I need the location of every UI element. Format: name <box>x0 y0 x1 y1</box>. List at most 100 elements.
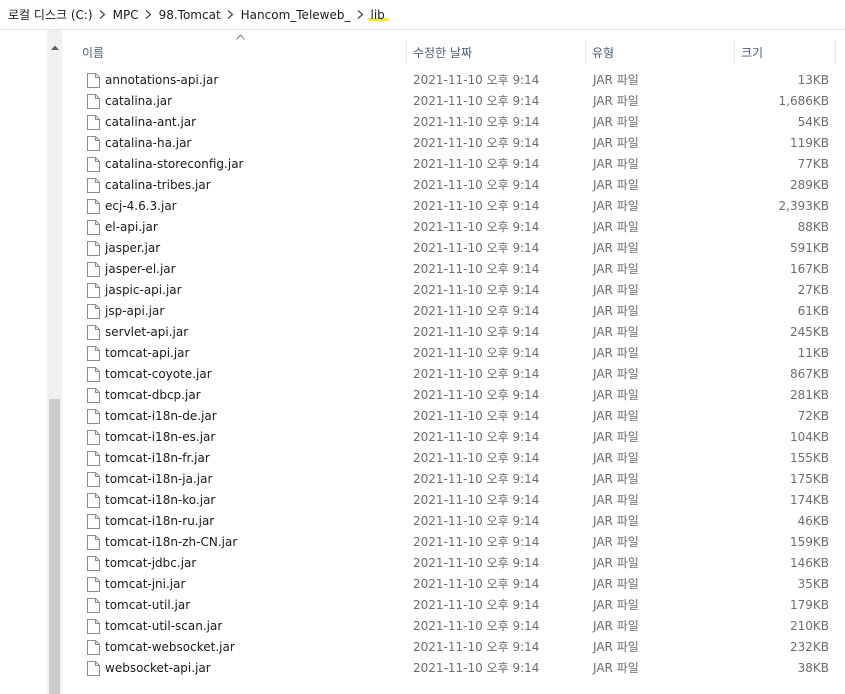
file-type: JAR 파일 <box>593 451 639 465</box>
file-name: ecj-4.6.3.jar <box>105 199 177 213</box>
file-icon <box>87 112 100 133</box>
file-icon <box>87 385 100 406</box>
column-divider[interactable] <box>835 40 836 64</box>
chevron-right-icon[interactable] <box>97 0 109 30</box>
file-row[interactable]: el-api.jar 2021-11-10 오후 9:14 JAR 파일 88K… <box>62 217 845 238</box>
file-row[interactable]: catalina-ha.jar 2021-11-10 오후 9:14 JAR 파… <box>62 133 845 154</box>
file-type: JAR 파일 <box>593 472 639 486</box>
file-modified-date: 2021-11-10 오후 9:14 <box>413 514 540 528</box>
file-size: 281KB <box>789 388 829 402</box>
file-row[interactable]: catalina-tribes.jar 2021-11-10 오후 9:14 J… <box>62 175 845 196</box>
file-row[interactable]: jasper.jar 2021-11-10 오후 9:14 JAR 파일 591… <box>62 238 845 259</box>
file-row[interactable]: tomcat-i18n-ja.jar 2021-11-10 오후 9:14 JA… <box>62 469 845 490</box>
file-type: JAR 파일 <box>593 325 639 339</box>
column-header-size[interactable]: 크기 <box>735 40 835 64</box>
file-name: jaspic-api.jar <box>105 283 182 297</box>
file-row[interactable]: tomcat-i18n-es.jar 2021-11-10 오후 9:14 JA… <box>62 427 845 448</box>
file-type: JAR 파일 <box>593 115 639 129</box>
file-row[interactable]: catalina.jar 2021-11-10 오후 9:14 JAR 파일 1… <box>62 91 845 112</box>
file-row[interactable]: jsp-api.jar 2021-11-10 오후 9:14 JAR 파일 61… <box>62 301 845 322</box>
file-row[interactable]: servlet-api.jar 2021-11-10 오후 9:14 JAR 파… <box>62 322 845 343</box>
file-row[interactable]: tomcat-i18n-de.jar 2021-11-10 오후 9:14 JA… <box>62 406 845 427</box>
file-size: 232KB <box>789 640 829 654</box>
chevron-right-icon[interactable] <box>354 0 366 30</box>
file-modified-date: 2021-11-10 오후 9:14 <box>413 178 540 192</box>
file-row[interactable]: jaspic-api.jar 2021-11-10 오후 9:14 JAR 파일… <box>62 280 845 301</box>
file-row[interactable]: annotations-api.jar 2021-11-10 오후 9:14 J… <box>62 70 845 91</box>
file-modified-date: 2021-11-10 오후 9:14 <box>413 598 540 612</box>
file-size: 61KB <box>797 304 829 318</box>
file-row[interactable]: tomcat-coyote.jar 2021-11-10 오후 9:14 JAR… <box>62 364 845 385</box>
file-explorer-window: 로컬 디스크 (C:) MPC 98.Tomcat Hancom_Teleweb… <box>0 0 845 694</box>
file-size: 167KB <box>789 262 829 276</box>
column-header-date[interactable]: 수정한 날짜 <box>407 40 585 64</box>
file-size: 54KB <box>797 115 829 129</box>
file-row[interactable]: tomcat-jdbc.jar 2021-11-10 오후 9:14 JAR 파… <box>62 553 845 574</box>
file-size: 27KB <box>797 283 829 297</box>
file-list: annotations-api.jar 2021-11-10 오후 9:14 J… <box>62 70 845 679</box>
file-type: JAR 파일 <box>593 241 639 255</box>
file-row[interactable]: tomcat-i18n-zh-CN.jar 2021-11-10 오후 9:14… <box>62 532 845 553</box>
file-icon <box>87 637 100 658</box>
file-icon <box>87 574 100 595</box>
file-modified-date: 2021-11-10 오후 9:14 <box>413 94 540 108</box>
breadcrumb-item-tomcat[interactable]: 98.Tomcat <box>155 8 225 22</box>
file-icon <box>87 553 100 574</box>
file-icon <box>87 91 100 112</box>
file-row[interactable]: tomcat-i18n-ko.jar 2021-11-10 오후 9:14 JA… <box>62 490 845 511</box>
breadcrumb-item-local-disk[interactable]: 로컬 디스크 (C:) <box>4 6 97 23</box>
file-row[interactable]: ecj-4.6.3.jar 2021-11-10 오후 9:14 JAR 파일 … <box>62 196 845 217</box>
column-header-name[interactable]: 이름 <box>76 40 406 64</box>
file-name: tomcat-jni.jar <box>105 577 186 591</box>
file-modified-date: 2021-11-10 오후 9:14 <box>413 640 540 654</box>
file-type: JAR 파일 <box>593 178 639 192</box>
file-name: tomcat-coyote.jar <box>105 367 212 381</box>
file-icon <box>87 343 100 364</box>
file-size: 289KB <box>789 178 829 192</box>
file-name: catalina-tribes.jar <box>105 178 211 192</box>
scrollbar-thumb[interactable] <box>49 399 60 694</box>
file-row[interactable]: tomcat-util.jar 2021-11-10 오후 9:14 JAR 파… <box>62 595 845 616</box>
file-name: catalina-ha.jar <box>105 136 192 150</box>
file-row[interactable]: catalina-storeconfig.jar 2021-11-10 오후 9… <box>62 154 845 175</box>
file-row[interactable]: tomcat-websocket.jar 2021-11-10 오후 9:14 … <box>62 637 845 658</box>
file-name: tomcat-util-scan.jar <box>105 619 223 633</box>
file-icon <box>87 322 100 343</box>
file-row[interactable]: tomcat-i18n-fr.jar 2021-11-10 오후 9:14 JA… <box>62 448 845 469</box>
file-type: JAR 파일 <box>593 157 639 171</box>
file-row[interactable]: jasper-el.jar 2021-11-10 오후 9:14 JAR 파일 … <box>62 259 845 280</box>
file-name: jasper-el.jar <box>105 262 176 276</box>
file-row[interactable]: tomcat-dbcp.jar 2021-11-10 오후 9:14 JAR 파… <box>62 385 845 406</box>
file-icon <box>87 448 100 469</box>
file-modified-date: 2021-11-10 오후 9:14 <box>413 346 540 360</box>
file-row[interactable]: tomcat-util-scan.jar 2021-11-10 오후 9:14 … <box>62 616 845 637</box>
file-size: 38KB <box>797 661 829 675</box>
breadcrumb-item-mpc[interactable]: MPC <box>109 8 143 22</box>
chevron-right-icon[interactable] <box>143 0 155 30</box>
breadcrumb[interactable]: 로컬 디스크 (C:) MPC 98.Tomcat Hancom_Teleweb… <box>0 0 845 30</box>
file-row[interactable]: tomcat-i18n-ru.jar 2021-11-10 오후 9:14 JA… <box>62 511 845 532</box>
file-size: 146KB <box>789 556 829 570</box>
file-icon <box>87 595 100 616</box>
file-row[interactable]: tomcat-api.jar 2021-11-10 오후 9:14 JAR 파일… <box>62 343 845 364</box>
file-row[interactable]: tomcat-jni.jar 2021-11-10 오후 9:14 JAR 파일… <box>62 574 845 595</box>
navigation-pane-scrollbar[interactable] <box>47 30 62 694</box>
file-size: 174KB <box>789 493 829 507</box>
chevron-right-icon[interactable] <box>225 0 237 30</box>
file-name: tomcat-i18n-ja.jar <box>105 472 213 486</box>
breadcrumb-item-lib[interactable]: lib <box>366 8 389 22</box>
file-name: catalina-ant.jar <box>105 115 197 129</box>
column-header-row: 이름 수정한 날짜 유형 크기 <box>62 30 845 64</box>
file-type: JAR 파일 <box>593 94 639 108</box>
file-name: tomcat-websocket.jar <box>105 640 235 654</box>
scroll-up-arrow-icon[interactable] <box>47 40 62 55</box>
file-row[interactable]: catalina-ant.jar 2021-11-10 오후 9:14 JAR … <box>62 112 845 133</box>
breadcrumb-item-hancom-teleweb[interactable]: Hancom_Teleweb_ <box>237 8 355 22</box>
file-size: 245KB <box>789 325 829 339</box>
file-icon <box>87 658 100 679</box>
file-type: JAR 파일 <box>593 409 639 423</box>
column-header-type[interactable]: 유형 <box>586 40 734 64</box>
file-icon <box>87 511 100 532</box>
file-type: JAR 파일 <box>593 304 639 318</box>
file-row[interactable]: websocket-api.jar 2021-11-10 오후 9:14 JAR… <box>62 658 845 679</box>
